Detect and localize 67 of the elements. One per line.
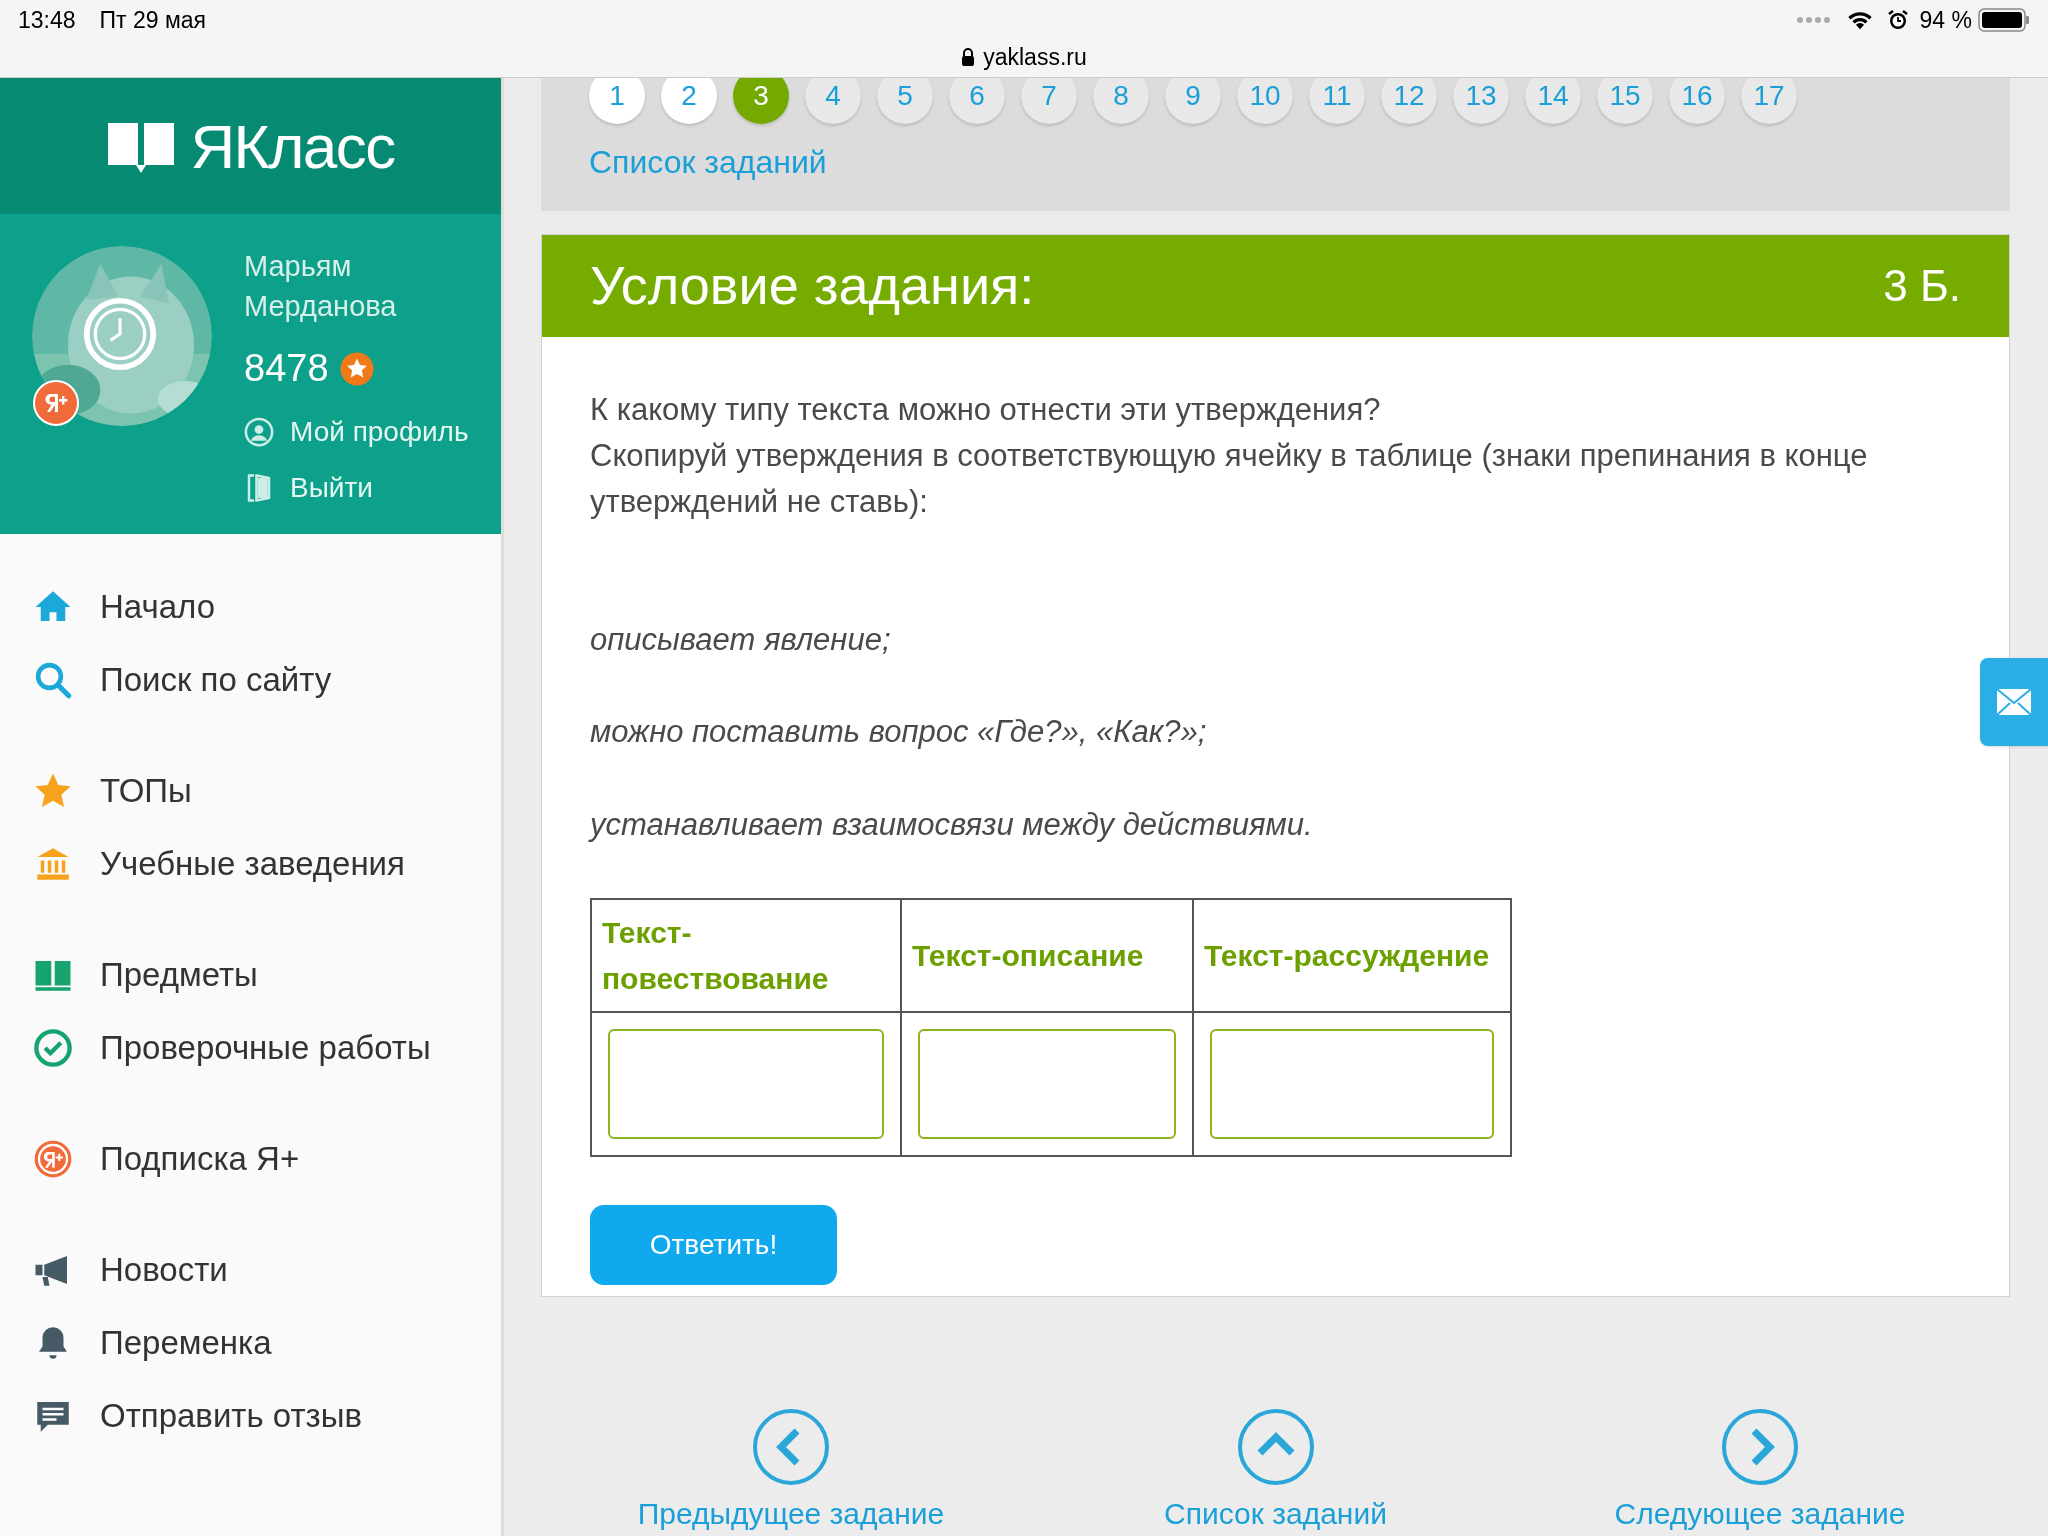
mail-tab[interactable] [1980,658,2048,746]
task-title: Условие задания: [590,254,1035,318]
page-number[interactable]: 11 [1309,78,1365,124]
nav-item[interactable]: Учебные заведения [100,838,405,889]
task-points: 3 Б. [1883,259,1961,312]
bottom-nav-link[interactable]: Следующее задание [1614,1491,1906,1536]
chevron-left-icon[interactable] [751,1407,831,1487]
nav-item[interactable]: Подписка Я+ [100,1133,300,1184]
star-badge-icon [338,350,375,387]
mail-icon [1996,688,2032,716]
answer-field[interactable] [608,1029,884,1140]
answer-field[interactable] [1210,1029,1494,1140]
page-number[interactable]: 9 [1165,78,1221,124]
page-number[interactable]: 7 [1021,78,1077,124]
nav-item[interactable]: Отправить отзыв [100,1390,362,1441]
page-number[interactable]: 3 [733,78,789,124]
date: Пт 29 мая [99,5,207,35]
page-number[interactable]: 17 [1741,78,1797,124]
nav-item[interactable]: ТОПы [100,765,192,816]
answer-field[interactable] [918,1029,1176,1140]
url-text[interactable]: yaklass.ru [983,40,1087,75]
bottom-nav-link[interactable]: Предыдущее задание [637,1491,945,1536]
time: 13:48 [18,5,76,35]
nav-item[interactable]: Новости [100,1244,228,1295]
battery-percent: 94 % [1919,5,1972,35]
logo-text[interactable]: ЯКласс [190,99,395,193]
column-header: Текст-повествование [591,899,901,1013]
page-number[interactable]: 10 [1237,78,1293,124]
page-number[interactable]: 12 [1381,78,1437,124]
page-number[interactable]: 15 [1597,78,1653,124]
user-name: Марьям Мерданова [244,249,398,324]
nav-item[interactable]: Переменка [100,1317,272,1368]
task-list-link[interactable]: Список заданий [589,138,827,186]
profile-link[interactable]: Мой профиль [290,411,469,453]
nav-item[interactable]: Предметы [100,949,258,1000]
user-icon [244,417,274,447]
page-number[interactable]: 13 [1453,78,1509,124]
question-text: К какому типу текста можно отнести эти утверждения? [590,390,1382,429]
check-circle-icon [32,1026,74,1069]
clock-icon [82,296,158,372]
page-number[interactable]: 5 [877,78,933,124]
profile-link[interactable]: Выйти [290,467,373,509]
column-header: Текст-рассуждение [1193,899,1511,1013]
subscription-badge-icon [32,379,80,427]
page-number[interactable]: 6 [949,78,1005,124]
page-number[interactable]: 2 [661,78,717,124]
statement-text: устанавливает взаимосвязи между действиями. [590,805,1314,844]
page-number[interactable]: 4 [805,78,861,124]
page-number[interactable]: 1 [589,78,645,124]
signal-icon [1795,16,1832,24]
question-text: Скопируй утверждения в соответствующую ячейку в таблице (знаки препинания в конце утверждений не ставь): [590,436,1869,521]
column-header: Текст-описание [901,899,1193,1013]
statement-text: описывает явление; [590,620,892,659]
bottom-nav-link[interactable]: Список заданий [1164,1491,1387,1536]
page-number[interactable]: 8 [1093,78,1149,124]
chevron-up-icon[interactable] [1235,1407,1316,1487]
chevron-right-icon[interactable] [1720,1407,1800,1487]
nav-item[interactable]: Поиск по сайту [100,654,332,705]
battery-icon [1978,8,2030,32]
points-value: 8478 [244,346,329,391]
nav-item[interactable]: Проверочные работы [100,1022,431,1073]
submit-button[interactable]: Ответить! [590,1205,837,1286]
statement-text: можно поставить вопрос «Где?», «Как?»; [590,713,1208,752]
lock-icon [961,48,976,67]
nav-item[interactable]: Начало [100,581,215,632]
page-number[interactable]: 16 [1669,78,1725,124]
page-number[interactable]: 14 [1525,78,1581,124]
